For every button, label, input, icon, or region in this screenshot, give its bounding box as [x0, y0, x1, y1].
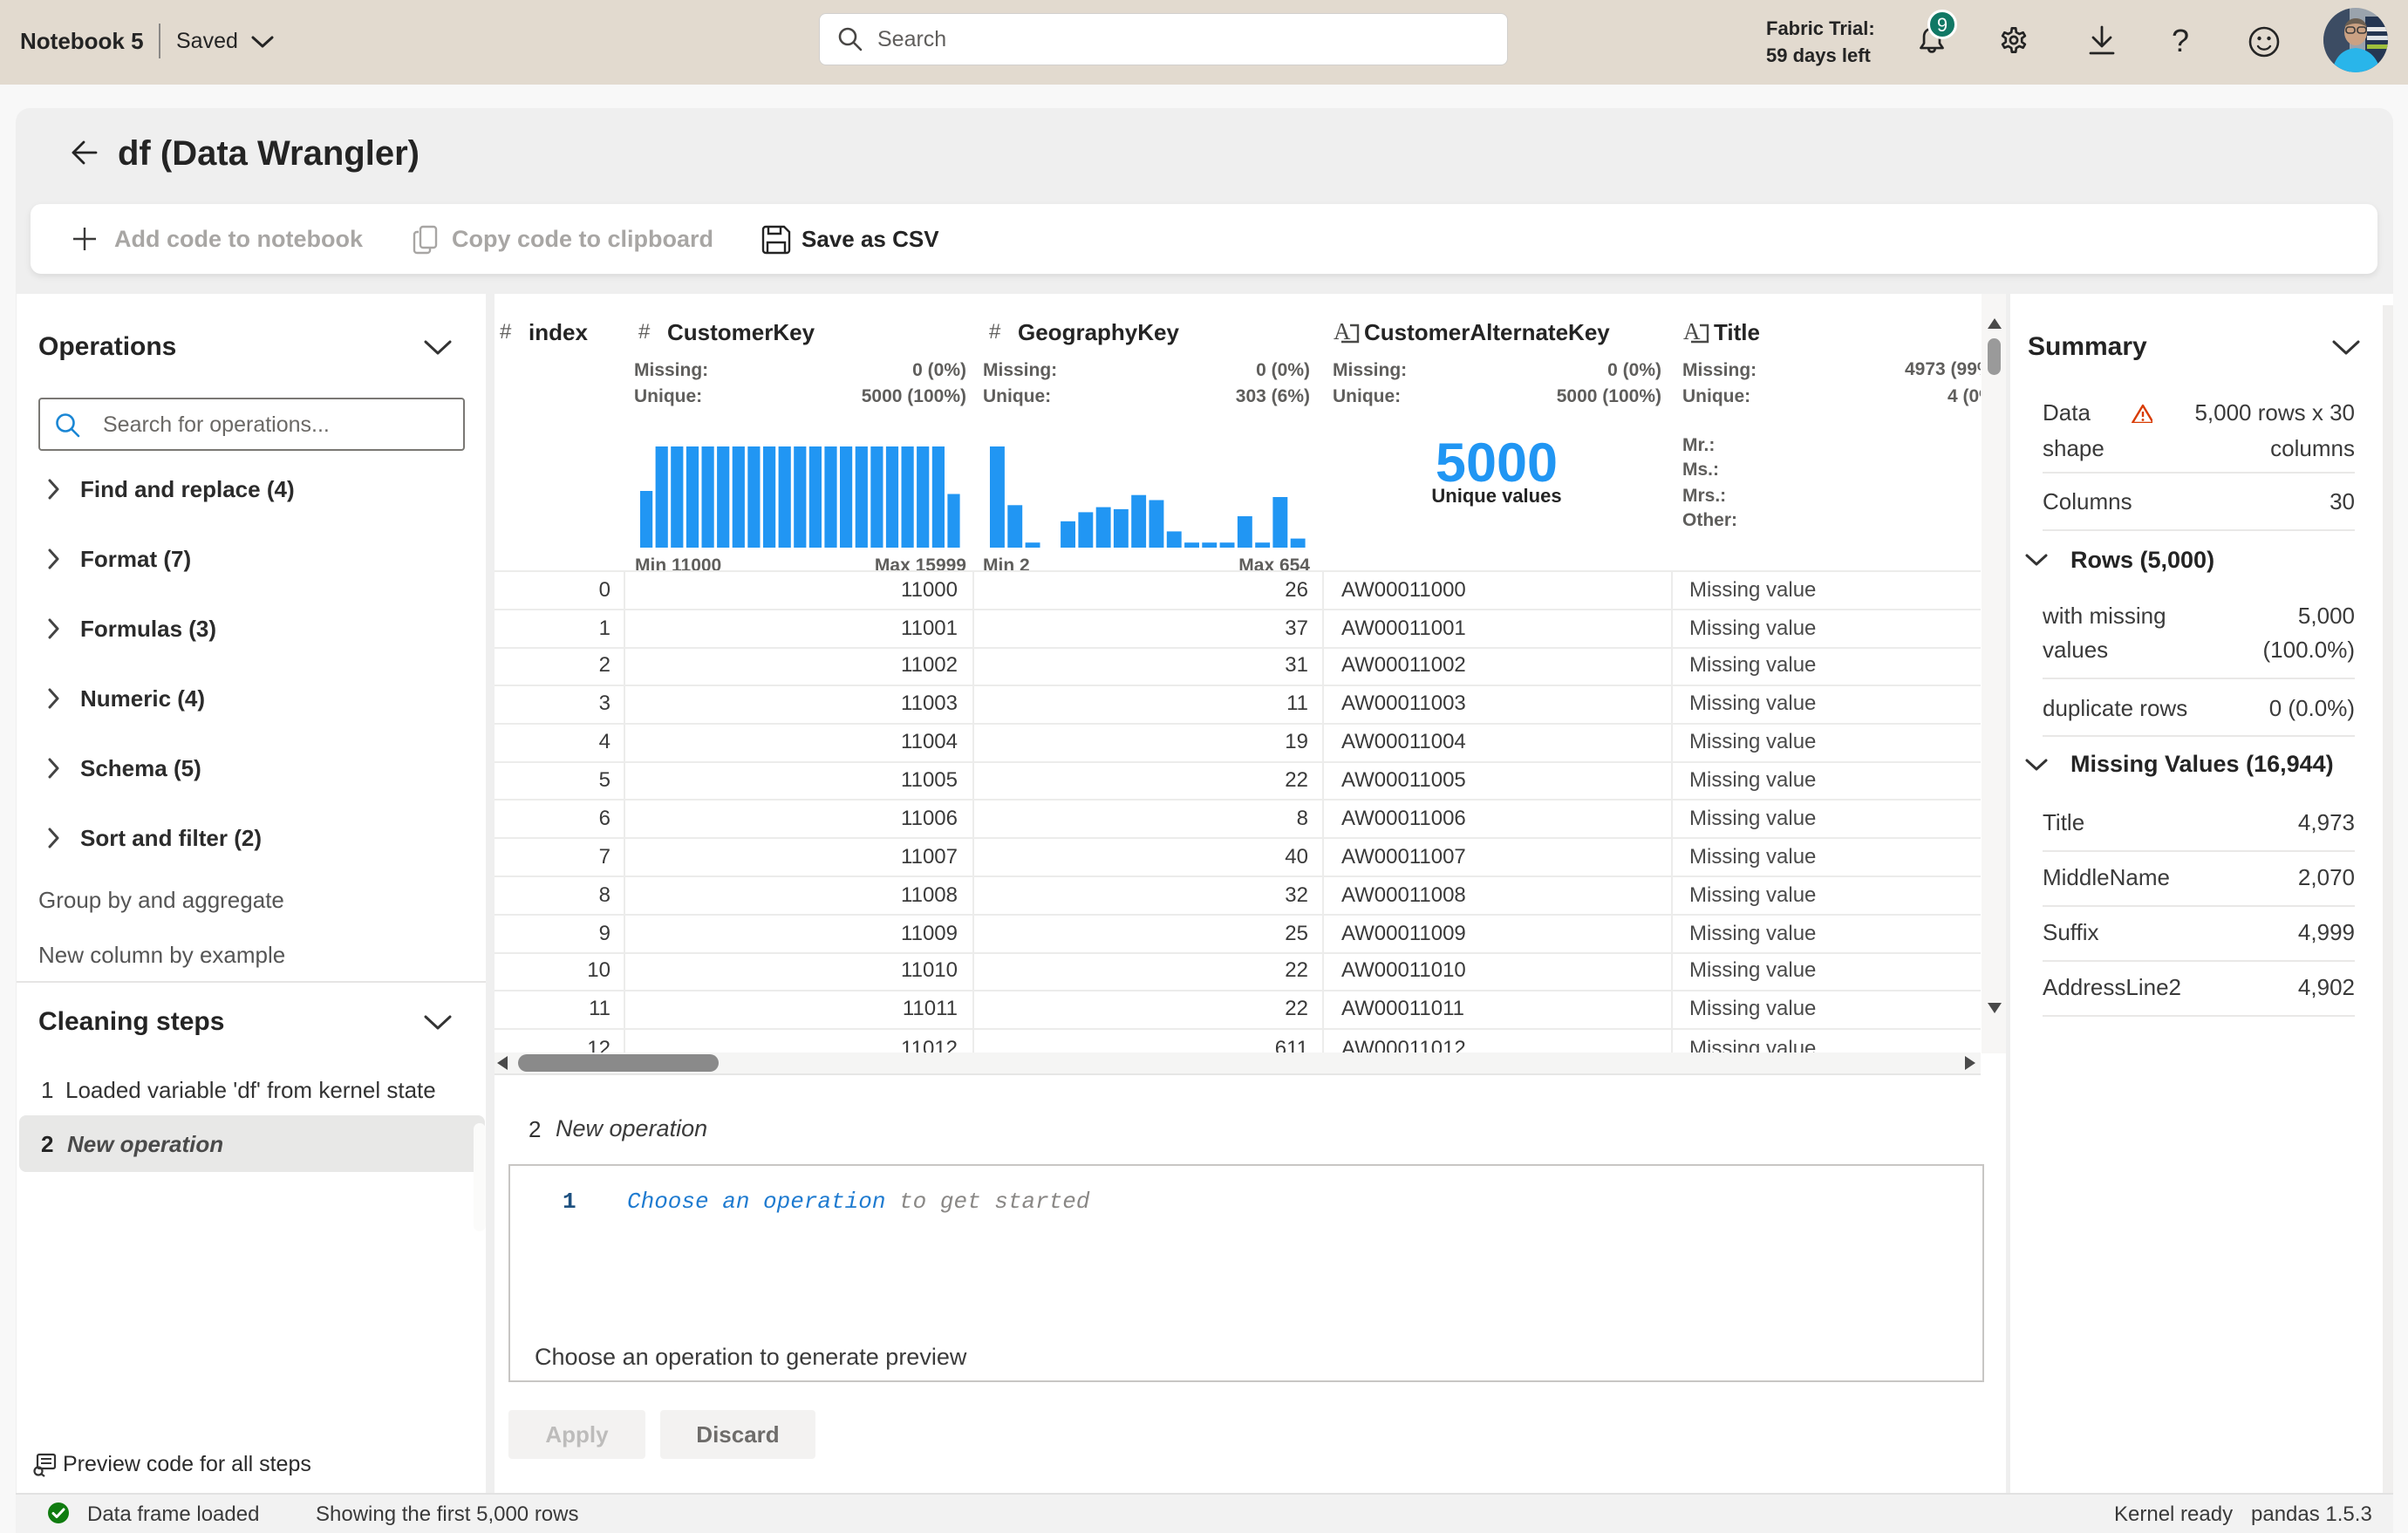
svg-text:A: A — [1334, 319, 1351, 344]
svg-text:A: A — [1683, 319, 1701, 344]
